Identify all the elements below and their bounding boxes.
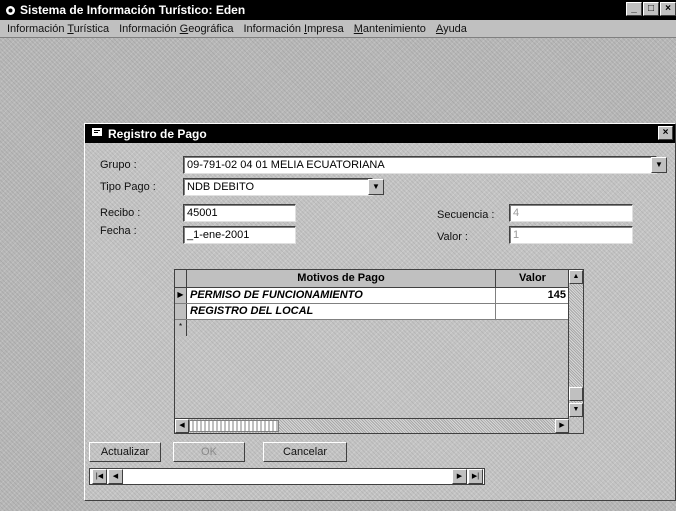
grid-corner — [175, 270, 187, 287]
chevron-down-icon[interactable]: ▼ — [368, 179, 384, 195]
grupo-label: Grupo : — [100, 159, 137, 171]
fecha-label: Fecha : — [100, 225, 137, 237]
record-navigator: |◀ ◀ ▶ ▶| — [89, 468, 485, 485]
menu-mantenimiento[interactable]: Mantenimiento — [349, 23, 431, 35]
ok-button[interactable]: OK — [173, 442, 245, 462]
tipo-pago-combo[interactable]: NDB DEBITO — [183, 178, 373, 196]
dialog-titlebar: Registro de Pago × — [85, 124, 675, 143]
menu-label-pre: Información — [7, 22, 68, 35]
secuencia-label: Secuencia : — [437, 209, 495, 221]
close-icon[interactable]: × — [660, 2, 676, 16]
menu-label-pre: Información — [243, 22, 304, 35]
last-record-icon[interactable]: ▶| — [468, 469, 483, 484]
app-window: Sistema de Información Turístico: Eden _… — [0, 0, 676, 511]
menu-accel-key: G — [179, 22, 189, 35]
chevron-down-icon[interactable]: ▼ — [651, 157, 667, 173]
menu-accel-key: M — [353, 22, 363, 35]
menu-label-pre: Información — [119, 22, 180, 35]
menu-informacion-impresa[interactable]: Información Impresa — [238, 23, 348, 35]
grid-vertical-scrollbar[interactable]: ▲ ▼ — [568, 270, 583, 418]
column-header-valor[interactable]: Valor — [496, 270, 569, 287]
motivos-pago-grid: Motivos de Pago Valor ▶ PERMISO DE FUNCI… — [174, 269, 584, 434]
new-row[interactable]: * — [175, 320, 187, 336]
actualizar-button[interactable]: Actualizar — [89, 442, 161, 462]
registro-pago-dialog: Registro de Pago × Grupo : 09-791-02 04 … — [84, 123, 676, 501]
prev-record-icon[interactable]: ◀ — [108, 469, 123, 484]
table-row[interactable]: REGISTRO DEL LOCAL — [175, 304, 569, 320]
cell-motivo[interactable]: REGISTRO DEL LOCAL — [187, 304, 496, 319]
grupo-combo[interactable]: 09-791-02 04 01 MELIA ECUATORIANA — [183, 156, 657, 174]
scroll-thumb[interactable] — [189, 420, 279, 432]
window-controls: _ □ × — [626, 2, 676, 16]
maximize-icon[interactable]: □ — [643, 2, 659, 16]
next-record-icon[interactable]: ▶ — [452, 469, 467, 484]
grid-header: Motivos de Pago Valor — [175, 270, 569, 288]
menu-accel-key: A — [435, 22, 444, 35]
cell-valor[interactable]: 145 — [496, 288, 569, 303]
cancel-button[interactable]: Cancelar — [263, 442, 347, 462]
secuencia-field[interactable]: 4 — [509, 204, 633, 222]
row-selector[interactable] — [175, 304, 187, 319]
new-row-icon[interactable]: * — [175, 320, 187, 336]
menu-label-post: eográfica — [188, 22, 234, 35]
first-record-icon[interactable]: |◀ — [92, 469, 107, 484]
scroll-up-icon[interactable]: ▲ — [569, 270, 583, 284]
dialog-icon — [91, 126, 103, 141]
cell-valor[interactable] — [496, 304, 569, 319]
tipo-pago-label: Tipo Pago : — [100, 181, 156, 193]
menubar: Información Turística Información Geográ… — [0, 20, 676, 38]
scroll-down-icon[interactable]: ▼ — [569, 403, 583, 417]
scroll-thumb[interactable] — [569, 387, 583, 401]
row-pointer-icon[interactable]: ▶ — [175, 288, 187, 303]
menu-label-post: yuda — [443, 22, 467, 35]
column-header-motivos[interactable]: Motivos de Pago — [187, 270, 496, 287]
menu-label-post: urística — [73, 22, 110, 35]
minimize-icon[interactable]: _ — [626, 2, 642, 16]
window-titlebar: Sistema de Información Turístico: Eden _… — [0, 0, 676, 20]
scroll-left-icon[interactable]: ◀ — [175, 419, 189, 433]
table-row[interactable]: ▶ PERMISO DE FUNCIONAMIENTO 145 — [175, 288, 569, 304]
menu-informacion-turistica[interactable]: Información Turística — [2, 23, 114, 35]
recibo-field[interactable]: 45001 — [183, 204, 296, 222]
menu-label-post: antenimiento — [362, 22, 426, 35]
menu-label-post: mpresa — [307, 22, 344, 35]
cell-motivo[interactable]: PERMISO DE FUNCIONAMIENTO — [187, 288, 496, 303]
menu-informacion-geografica[interactable]: Información Geográfica — [114, 23, 238, 35]
close-icon[interactable]: × — [658, 126, 673, 140]
grid-horizontal-scrollbar[interactable]: ◀ ▶ — [175, 418, 569, 433]
app-icon — [4, 4, 16, 16]
menu-ayuda[interactable]: Ayuda — [431, 23, 472, 35]
recibo-label: Recibo : — [100, 207, 141, 219]
dialog-title: Registro de Pago — [108, 126, 207, 141]
fecha-field[interactable]: _1-ene-2001 — [183, 226, 296, 244]
window-title: Sistema de Información Turístico: Eden — [20, 3, 246, 17]
valor-field[interactable]: 1 — [509, 226, 633, 244]
scroll-right-icon[interactable]: ▶ — [555, 419, 569, 433]
valor-label: Valor : — [437, 231, 468, 243]
